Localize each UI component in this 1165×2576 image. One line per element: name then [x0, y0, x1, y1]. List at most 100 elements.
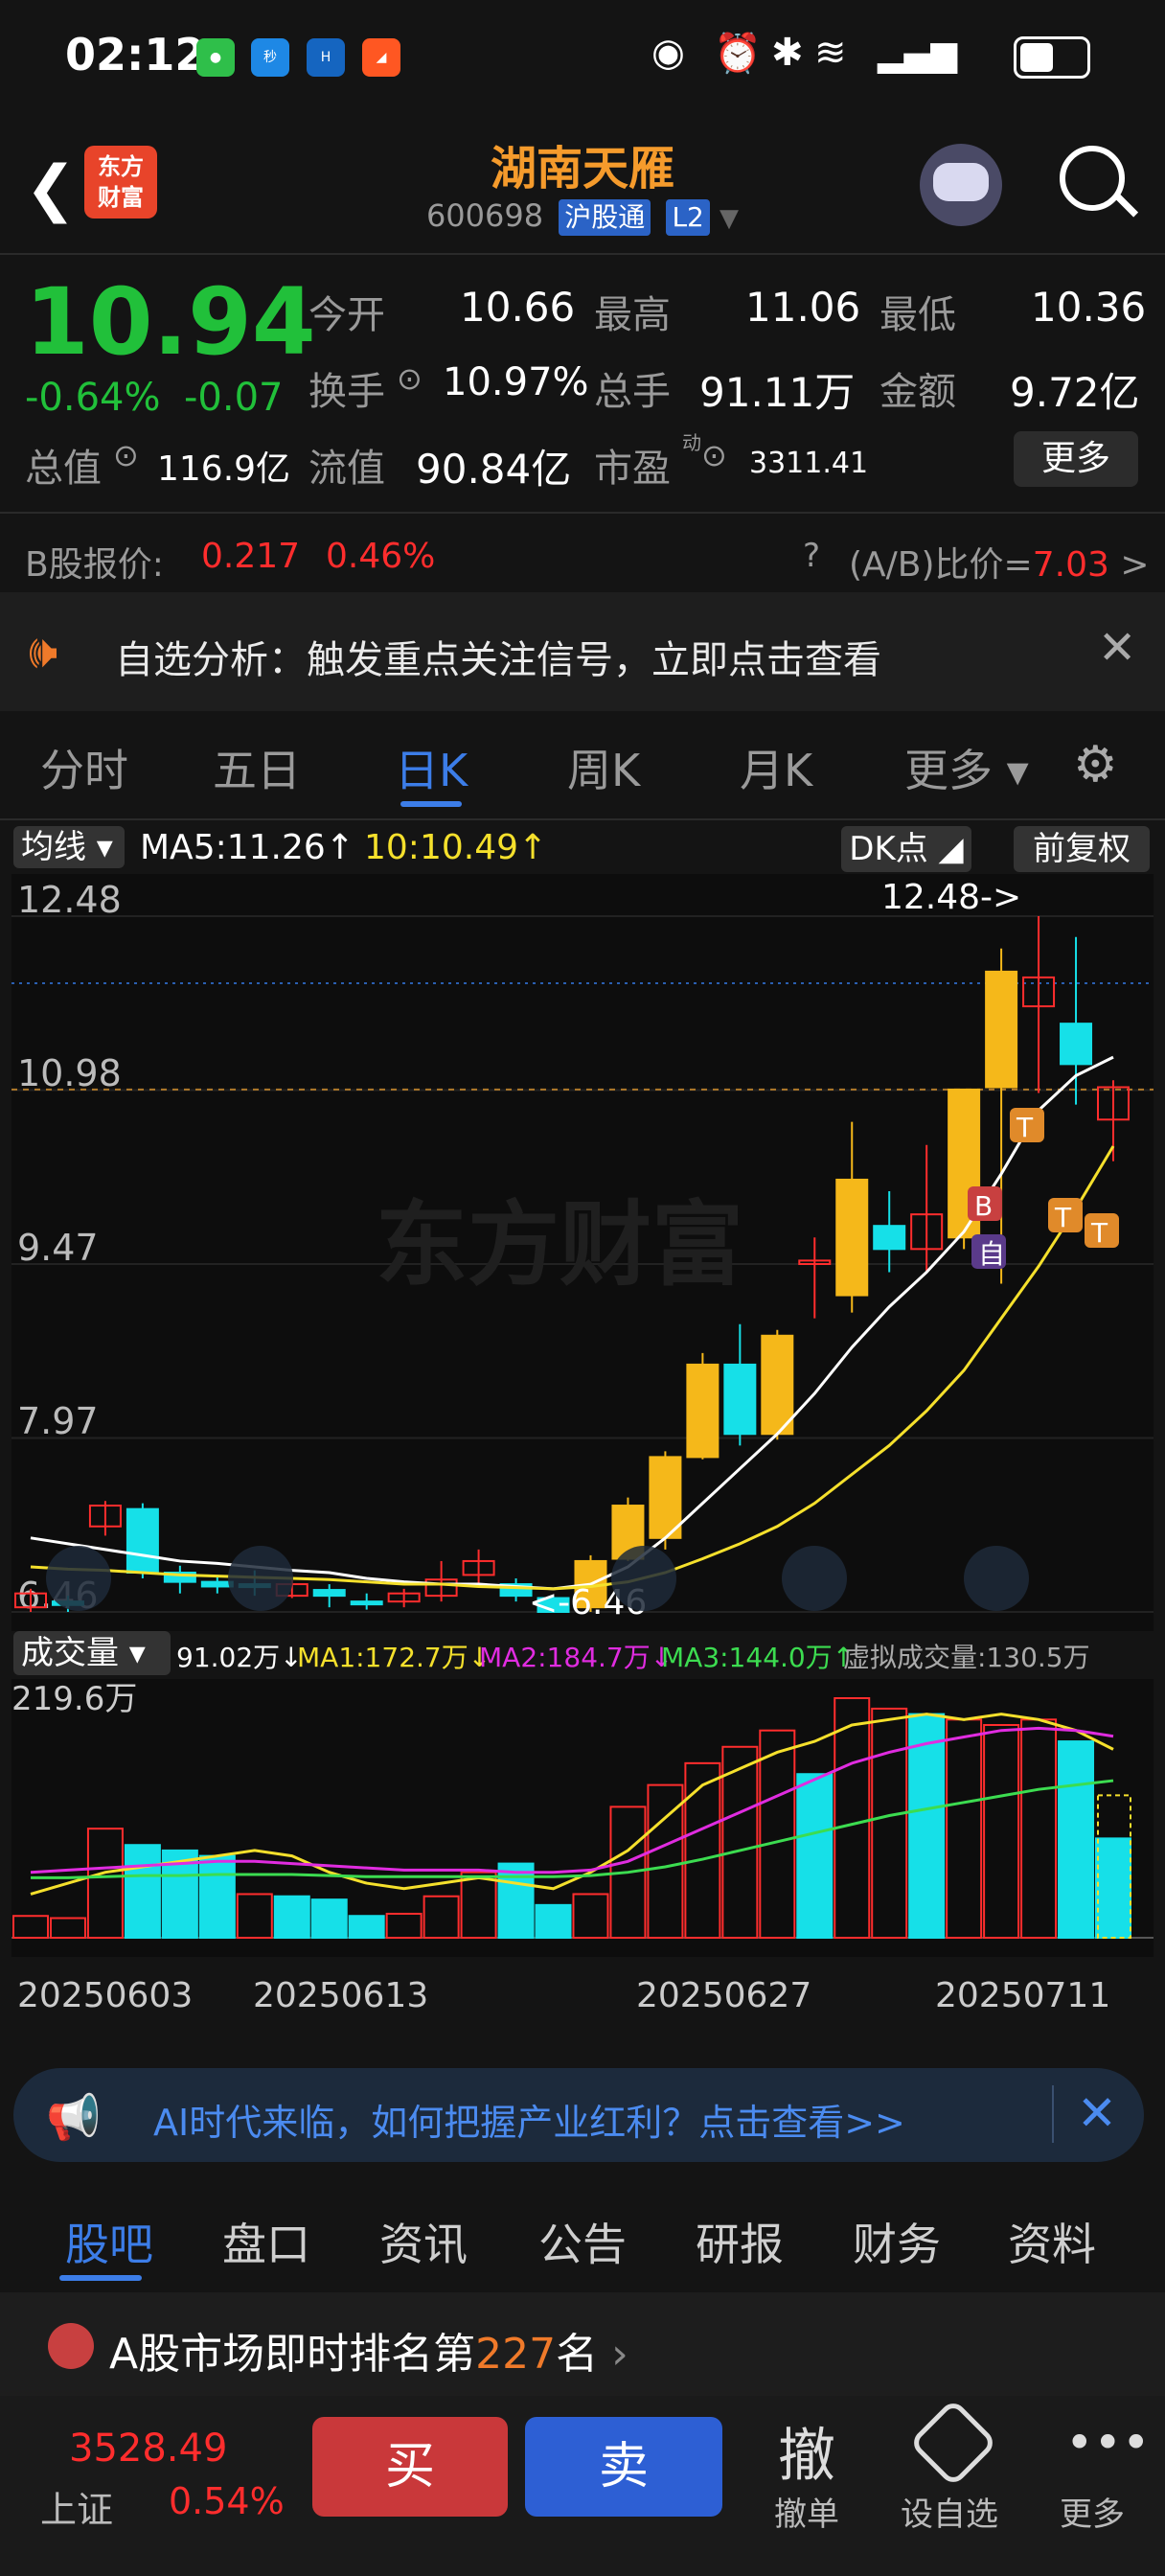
chart-nav-button	[228, 1546, 293, 1611]
rank-bar[interactable]: A股市场即时排名第227名 ›	[0, 2292, 1165, 2396]
pe-value: 3311.41	[749, 447, 869, 480]
amount-value: 9.72亿	[1010, 369, 1140, 416]
tab-0[interactable]: 分时	[40, 736, 128, 799]
ab-ratio-label: (A/B)比价=	[849, 545, 1033, 585]
cancel-icon[interactable]: 撤	[778, 2409, 835, 2493]
volume-chart[interactable]: 219.6万	[11, 1679, 1154, 1957]
divider	[0, 512, 1165, 514]
app-icon: H	[307, 38, 345, 77]
battery-icon	[1014, 36, 1090, 79]
status-bar: 02:12 ● 秒 H ◢ ◉ ⏰ ✱ ≋ ▂▄▆	[0, 0, 1165, 115]
b-share-label: B股报价:	[25, 545, 164, 585]
sell-button[interactable]: 卖	[525, 2417, 722, 2517]
buy-button[interactable]: 买	[312, 2417, 508, 2517]
help-icon[interactable]: ?	[803, 537, 820, 575]
tab-5[interactable]: 更多 ▾	[904, 736, 1029, 799]
signal-marker-label: T	[1016, 1112, 1034, 1143]
divider	[0, 253, 1165, 255]
b-share-pct: 0.46%	[326, 537, 436, 576]
cancel-order-button[interactable]: 撤单	[774, 2488, 839, 2535]
content-tab-3[interactable]: 公告	[538, 2210, 627, 2273]
candle-body	[835, 1178, 869, 1297]
indicator-select[interactable]: 均线 ▾	[13, 826, 125, 868]
info-icon[interactable]: ⊙	[397, 360, 423, 397]
float-value: 90.84亿	[416, 446, 572, 493]
ab-ratio-value: 7.03	[1032, 545, 1109, 585]
date-tick: 20250603	[17, 1976, 194, 2015]
candle-body	[761, 1334, 794, 1436]
change-value: -0.07	[184, 376, 284, 420]
volume-bar	[535, 1903, 572, 1940]
alert-text: 自选分析：触发重点关注信号，立即点击查看	[115, 638, 881, 682]
kline-chart[interactable]: 东方财富12.4810.989.477.976.4612.48-><-6.46T…	[11, 874, 1154, 1631]
high-label: 最高	[594, 293, 671, 337]
pe-sup: 动	[682, 431, 701, 454]
date-tick: 20250627	[636, 1976, 812, 2015]
content-tab-5[interactable]: 财务	[853, 2210, 941, 2273]
robot-assistant-icon[interactable]	[920, 144, 1002, 226]
dk-point-button[interactable]: DK点 ◢	[841, 826, 971, 872]
alert-bar[interactable]: 🕪 自选分析：触发重点关注信号，立即点击查看 ✕	[0, 592, 1165, 711]
content-tab-2[interactable]: 资讯	[379, 2210, 468, 2273]
index-name: 上证	[40, 2489, 114, 2531]
y-axis-label: 7.97	[17, 1400, 99, 1442]
chart-nav-button	[964, 1546, 1029, 1611]
divider	[1052, 2085, 1054, 2143]
adjust-button[interactable]: 前复权	[1014, 826, 1150, 872]
virtual-volume-label: 虚拟成交量:130.5万	[843, 1642, 1090, 1673]
open-label: 今开	[308, 293, 385, 337]
vol-ma2-label: MA2:184.7万↓	[479, 1642, 674, 1673]
info-icon[interactable]: ⊙	[701, 437, 727, 473]
tab-3[interactable]: 周K	[567, 736, 640, 799]
volume-label: 总手	[594, 370, 671, 414]
chart-nav-button	[46, 1546, 111, 1611]
vol-label: 91.02万↓	[176, 1642, 303, 1673]
candle-body	[126, 1507, 159, 1574]
ab-ratio[interactable]: (A/B)比价=7.03 >	[849, 537, 1149, 586]
ad-banner[interactable]: 📢 AI时代来临，如何把握产业红利？点击查看>> ✕	[13, 2068, 1144, 2162]
low-label: 最低	[879, 293, 956, 337]
signal-marker-label: B	[974, 1190, 993, 1222]
bluetooth-icon: ✱	[771, 31, 804, 75]
tab-1[interactable]: 五日	[213, 736, 301, 799]
close-icon[interactable]: ✕	[1098, 621, 1136, 675]
y-axis-label: 12.48	[17, 879, 122, 921]
chart-nav-button	[611, 1546, 676, 1611]
index-value: 3528.49	[69, 2426, 228, 2471]
more-button[interactable]: 更多	[1014, 431, 1138, 487]
wechat-icon: ●	[196, 38, 235, 77]
app-icon: ◢	[362, 38, 400, 77]
add-watchlist-button[interactable]: 设自选	[901, 2488, 998, 2535]
signal-marker-label: T	[1090, 1217, 1108, 1249]
volume-bar	[497, 1862, 535, 1939]
y-axis-label: 9.47	[17, 1227, 99, 1269]
content-tab-6[interactable]: 资料	[1008, 2210, 1096, 2273]
app-icon: 秒	[251, 38, 289, 77]
candle-body	[723, 1363, 757, 1436]
more-icon[interactable]: •••	[1065, 2415, 1150, 2471]
volume-bar	[124, 1844, 161, 1939]
tab-indicator	[400, 801, 462, 807]
content-tab-4[interactable]: 研报	[696, 2210, 784, 2273]
search-icon[interactable]	[1060, 146, 1125, 211]
more-footer-button[interactable]: 更多	[1060, 2488, 1125, 2535]
content-tab-1[interactable]: 盘口	[222, 2210, 310, 2273]
tab-4[interactable]: 月K	[740, 736, 812, 799]
alarm-icon: ⏰	[714, 32, 762, 76]
settings-icon[interactable]: ⚙	[1073, 736, 1118, 794]
tab-indicator	[59, 2275, 142, 2281]
volume-bar	[796, 1773, 834, 1939]
close-icon[interactable]: ✕	[1077, 2085, 1117, 2141]
chevron-down-icon[interactable]: ▼	[720, 204, 739, 233]
volume-max-label: 219.6万	[11, 1680, 137, 1718]
signal-marker-label: T	[1054, 1202, 1072, 1233]
tab-2[interactable]: 日K	[395, 736, 468, 799]
candle-body	[350, 1600, 383, 1606]
status-time: 02:12	[65, 29, 206, 80]
content-tab-0[interactable]: 股吧	[65, 2210, 153, 2273]
ma5-label: MA5:11.26↑	[140, 828, 354, 867]
ad-text: AI时代来临，如何把握产业红利？点击查看>>	[153, 2102, 905, 2144]
info-icon[interactable]: ⊙	[113, 437, 139, 473]
volume-indicator-select[interactable]: 成交量 ▾	[13, 1631, 171, 1675]
watermark: 东方财富	[376, 1191, 743, 1299]
